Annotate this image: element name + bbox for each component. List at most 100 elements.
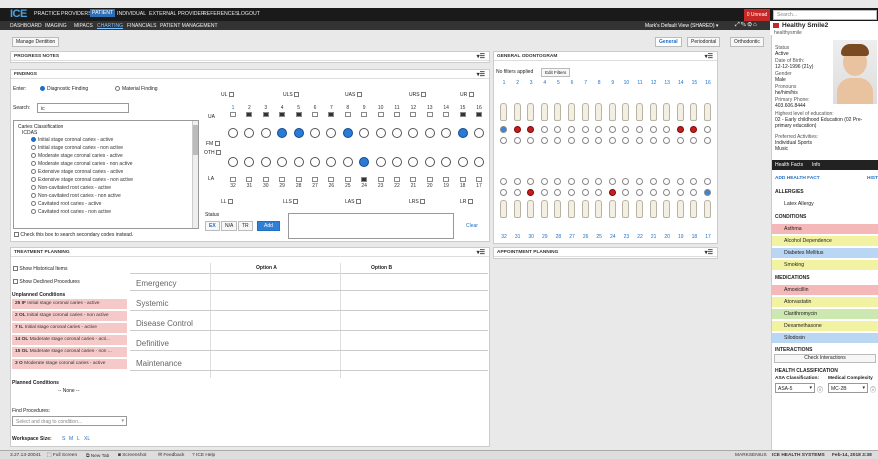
quadrant-las[interactable]: LAS [345,199,361,205]
tooth-checkbox[interactable] [361,112,368,117]
odontogram-tooth-lower[interactable] [500,200,507,218]
odontogram-tooth-upper[interactable] [704,103,711,121]
condition-item[interactable]: Alcohol Dependence [772,236,878,246]
finding-option[interactable]: Moderate stage coronal caries - active [14,152,198,160]
tooth-surface-upper[interactable] [457,128,468,138]
odontogram-surface[interactable] [636,126,643,133]
odontogram-surface[interactable] [540,189,548,196]
medication-item[interactable]: Silodosin [772,333,878,343]
size-m[interactable]: M [69,436,73,442]
feedback-button[interactable]: ✉ Feedback [158,453,184,458]
unplanned-condition-row[interactable]: 2 OL Initial stage coronal caries - non … [12,311,127,321]
odontogram-surface[interactable] [608,189,616,196]
tooth-checkbox[interactable] [443,112,450,117]
quadrant-ur[interactable]: UR [460,92,474,98]
finding-notes-textarea[interactable] [288,213,454,239]
odontogram-surface[interactable] [513,126,521,133]
global-search-input[interactable]: Search... [773,10,877,20]
odontogram-surface[interactable] [581,178,589,185]
allergy-item[interactable]: Latex Allergy [772,199,878,209]
odontogram-tooth-lower[interactable] [649,200,657,218]
odontogram-tooth-lower[interactable] [513,200,521,218]
tooth-checkbox[interactable] [394,112,400,117]
odontogram-surface[interactable] [676,137,684,144]
finding-option[interactable]: Cavitated root caries - non active [14,208,198,216]
odontogram-surface[interactable] [581,126,589,133]
tooth-surface-upper[interactable] [474,128,484,138]
unread-messages-button[interactable]: 0 Unread [744,9,770,21]
odontogram-surface[interactable] [649,189,657,196]
subnav-charting[interactable]: CHARTING [97,23,123,29]
tooth-surface-upper[interactable] [424,128,435,138]
tooth-surface-lower[interactable] [293,157,304,167]
odontogram-tooth-upper[interactable] [513,103,521,121]
odontogram-tooth-upper[interactable] [554,103,562,121]
tooth-checkbox[interactable] [459,112,466,117]
add-finding-button[interactable]: Add [257,221,280,231]
tooth-surface-upper[interactable] [342,128,353,138]
medication-item[interactable]: Atorvastatin [772,297,878,307]
unplanned-condition-row[interactable]: 14 OL Moderate stage coronal caries - ac… [12,335,127,345]
odontogram-surface[interactable] [704,189,711,196]
edit-filters-button[interactable]: Edit Filters [541,68,571,77]
quadrant-ul[interactable]: UL [221,92,234,98]
finding-option[interactable]: Moderate stage coronal caries - non acti… [14,160,198,168]
odontogram-tooth-lower[interactable] [704,200,711,218]
odontogram-tooth-upper[interactable] [595,103,603,121]
size-s[interactable]: S [62,436,65,442]
odontogram-tooth-lower[interactable] [554,200,562,218]
tooth-checkbox[interactable] [344,177,351,182]
tooth-checkbox[interactable] [394,177,400,182]
odontogram-tooth-upper[interactable] [622,103,630,121]
full-screen-button[interactable]: ⬚ Full Screen [47,453,77,458]
panel-menu-icon[interactable]: ▾☰ [477,53,485,60]
unplanned-condition-row[interactable]: 3 O Moderate stage coronal caries - acti… [12,359,127,369]
medical-complexity-select[interactable]: MC-2B ▾ [828,383,868,393]
tooth-checkbox[interactable] [459,177,466,182]
odontogram-tooth-upper[interactable] [500,103,507,121]
tab-health-facts[interactable]: Health Facts [775,162,803,168]
tooth-checkbox[interactable] [295,112,302,117]
size-l[interactable]: L [77,436,80,442]
tooth-checkbox[interactable] [312,177,318,182]
size-xl[interactable]: XL [84,436,90,442]
secondary-codes-checkbox[interactable]: Check this box to search secondary codes… [14,232,133,238]
panel-menu-icon[interactable]: ▾☰ [705,53,713,60]
quadrant-uas[interactable]: UAS [345,92,362,98]
findings-list[interactable]: Caries Classification ICDAS Initial stag… [13,120,199,229]
subnav-imaging[interactable]: IMAGING [45,23,67,29]
tooth-checkbox[interactable] [328,112,335,117]
odontogram-surface[interactable] [581,189,589,196]
tooth-surface-upper[interactable] [293,128,304,138]
panel-menu-icon[interactable]: ▾☰ [705,249,713,256]
odontogram-surface[interactable] [513,137,521,144]
odontogram-surface[interactable] [568,137,575,144]
nav-practice[interactable]: PRACTICE [34,11,60,17]
tooth-checkbox[interactable] [361,177,368,182]
odontogram-surface[interactable] [608,137,616,144]
oth-checkbox[interactable]: OTH [204,150,221,156]
screenshot-button[interactable]: ◙ Screenshot [118,453,147,458]
subnav-mipacs[interactable]: MIPACS [74,23,93,29]
clear-link[interactable]: Clear [466,223,478,229]
nav-external-provider[interactable]: EXTERNAL PROVIDER [149,11,205,17]
unplanned-condition-row[interactable]: 15 OL Moderate stage coronal caries - no… [12,347,127,357]
odontogram-tooth-upper[interactable] [540,103,548,121]
view-selector[interactable]: Mark's Default View (SHARED) ▾ [645,23,718,29]
finding-option[interactable]: Extensive stage coronal caries - active [14,168,198,176]
odontogram-surface[interactable] [704,137,711,144]
quadrant-uls[interactable]: ULS [283,92,300,98]
show-declined-checkbox[interactable]: Show Declined Procedures [13,279,80,285]
tab-orthodontic[interactable]: Orthodontic [730,37,764,47]
tooth-surface-lower[interactable] [228,157,238,167]
odontogram-surface[interactable] [649,126,657,133]
tooth-surface-lower[interactable] [375,157,386,167]
status-ex-button[interactable]: EX [205,221,220,231]
unplanned-condition-row[interactable]: 25 IF Initial stage coronal caries - act… [12,299,127,309]
tooth-surface-lower[interactable] [260,157,271,167]
odontogram-tooth-upper[interactable] [568,103,575,121]
nav-references[interactable]: REFERENCES [203,11,238,17]
odontogram-tooth-upper[interactable] [676,103,684,121]
asa-select[interactable]: ASA-5 ▾ [775,383,815,393]
new-tab-button[interactable]: ⧉ New Tab [86,453,109,459]
